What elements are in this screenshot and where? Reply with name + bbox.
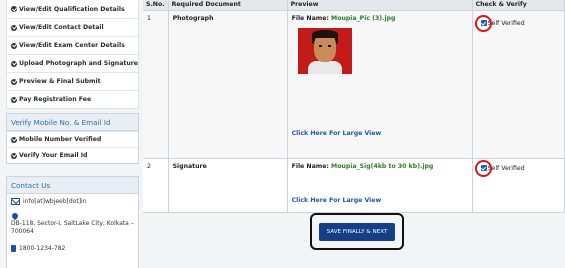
file-name-line: File Name: Moupia_Sig(4kb to 30 kb).jpg — [292, 163, 468, 170]
column-header-verify: Check & Verify — [472, 0, 565, 11]
verify-box: Verify Mobile No. & Email Id Mobile Numb… — [6, 113, 139, 164]
contact-address: DB-118, Sector-I, SaltLake City, Kolkata… — [7, 209, 138, 239]
check-circle-icon — [11, 24, 17, 31]
sidebar-item-label: Preview & Final Submit — [19, 78, 101, 85]
check-circle-icon — [11, 136, 17, 143]
file-name-line: File Name: Moupia_Pic (3).jpg — [292, 15, 468, 22]
checkbox-checked-icon[interactable] — [480, 165, 487, 171]
file-name-value: Moupia_Sig(4kb to 30 kb).jpg — [331, 162, 434, 170]
contact-box: Contact Us info[at]wbjeeb[dot]in DB-118,… — [6, 176, 139, 268]
self-verified-checkbox[interactable]: Self Verified — [474, 159, 560, 177]
row-preview: File Name: Moupia_Pic (3).jpg Click Here… — [287, 10, 473, 159]
location-pin-icon — [10, 211, 20, 221]
check-circle-icon — [11, 78, 17, 85]
column-header-document: Required Document — [168, 0, 288, 11]
verify-box-title: Verify Mobile No. & Email Id — [7, 114, 138, 131]
table-row: 2 Signature File Name: Moupia_Sig(4kb to… — [143, 158, 565, 213]
file-name-label: File Name: — [291, 162, 329, 170]
row-verify: Self Verified — [472, 10, 565, 159]
sidebar-menu: View/Edit Qualification Details View/Edi… — [6, 0, 139, 109]
sidebar-item-label: Upload Photograph and Signature — [19, 60, 138, 67]
sidebar-item-label: View/Edit Qualification Details — [19, 5, 125, 13]
mail-icon — [11, 198, 20, 205]
sidebar-item-label: Pay Registration Fee — [19, 96, 92, 103]
file-name-value: Moupia_Pic (3).jpg — [331, 14, 396, 22]
sidebar-item-qualification[interactable]: View/Edit Qualification Details — [7, 0, 138, 18]
sidebar-item-label: View/Edit Contact Detail — [19, 24, 104, 31]
self-verified-checkbox[interactable]: Self Verified — [474, 14, 560, 32]
documents-panel: S.No. Required Document Preview Check & … — [143, 0, 565, 268]
column-header-sno: S.No. — [143, 0, 169, 11]
row-sno: 1 — [143, 10, 169, 159]
contact-email: info[at]wbjeeb[dot]in — [7, 194, 138, 209]
large-view-link-wrap: Click Here For Large View — [292, 197, 468, 204]
signature-thumbnail[interactable] — [292, 170, 468, 197]
sidebar: View/Edit Qualification Details View/Edi… — [0, 0, 140, 268]
table-header-row: S.No. Required Document Preview Check & … — [143, 0, 565, 11]
save-finally-next-button[interactable]: SAVE FINALLY & NEXT — [319, 222, 395, 241]
sidebar-item-label: View/Edit Exam Center Details — [19, 42, 125, 49]
check-circle-icon — [11, 96, 17, 103]
verify-item-label: Verify Your Email Id — [19, 152, 88, 159]
submit-highlight: SAVE FINALLY & NEXT — [310, 213, 404, 250]
contact-box-title: Contact Us — [7, 177, 138, 194]
file-name-label: File Name: — [291, 14, 329, 22]
row-document: Signature — [168, 158, 288, 213]
check-circle-icon — [11, 60, 17, 67]
documents-table: S.No. Required Document Preview Check & … — [143, 0, 565, 213]
check-circle-icon — [11, 6, 17, 12]
contact-email-text: info[at]wbjeeb[dot]in — [23, 198, 87, 205]
check-circle-icon — [11, 42, 17, 49]
row-document: Photograph — [168, 10, 288, 159]
large-view-link-wrap: Click Here For Large View — [292, 130, 468, 137]
phone-icon — [11, 245, 16, 252]
large-view-link[interactable]: Click Here For Large View — [292, 197, 382, 204]
photograph-thumbnail[interactable] — [297, 27, 352, 74]
table-row: 1 Photograph File Name: Moupia_Pic (3).j… — [143, 10, 565, 159]
sidebar-item-preview[interactable]: Preview & Final Submit — [7, 72, 138, 90]
contact-phone-text: 1800-1234-782 — [19, 245, 66, 252]
checkbox-checked-icon[interactable] — [480, 20, 487, 26]
mobile-verified-item[interactable]: Mobile Number Verified — [7, 131, 138, 147]
row-sno: 2 — [143, 158, 169, 213]
contact-phone: 1800-1234-782 — [7, 239, 138, 256]
self-verified-label: Self Verified — [487, 19, 525, 27]
check-circle-icon — [11, 152, 17, 159]
sidebar-item-upload[interactable]: Upload Photograph and Signature — [7, 54, 138, 72]
large-view-link[interactable]: Click Here For Large View — [292, 130, 382, 137]
column-header-preview: Preview — [287, 0, 473, 11]
row-preview: File Name: Moupia_Sig(4kb to 30 kb).jpg … — [287, 158, 473, 213]
sidebar-item-fee[interactable]: Pay Registration Fee — [7, 90, 138, 108]
sidebar-item-contact[interactable]: View/Edit Contact Detail — [7, 18, 138, 36]
row-verify: Self Verified — [472, 158, 565, 213]
verify-email-item[interactable]: Verify Your Email Id — [7, 147, 138, 163]
contact-address-text: DB-118, Sector-I, SaltLake City, Kolkata… — [11, 220, 134, 235]
verify-item-label: Mobile Number Verified — [19, 136, 102, 143]
self-verified-label: Self Verified — [487, 164, 525, 172]
page: View/Edit Qualification Details View/Edi… — [0, 0, 565, 268]
sidebar-item-exam-center[interactable]: View/Edit Exam Center Details — [7, 36, 138, 54]
